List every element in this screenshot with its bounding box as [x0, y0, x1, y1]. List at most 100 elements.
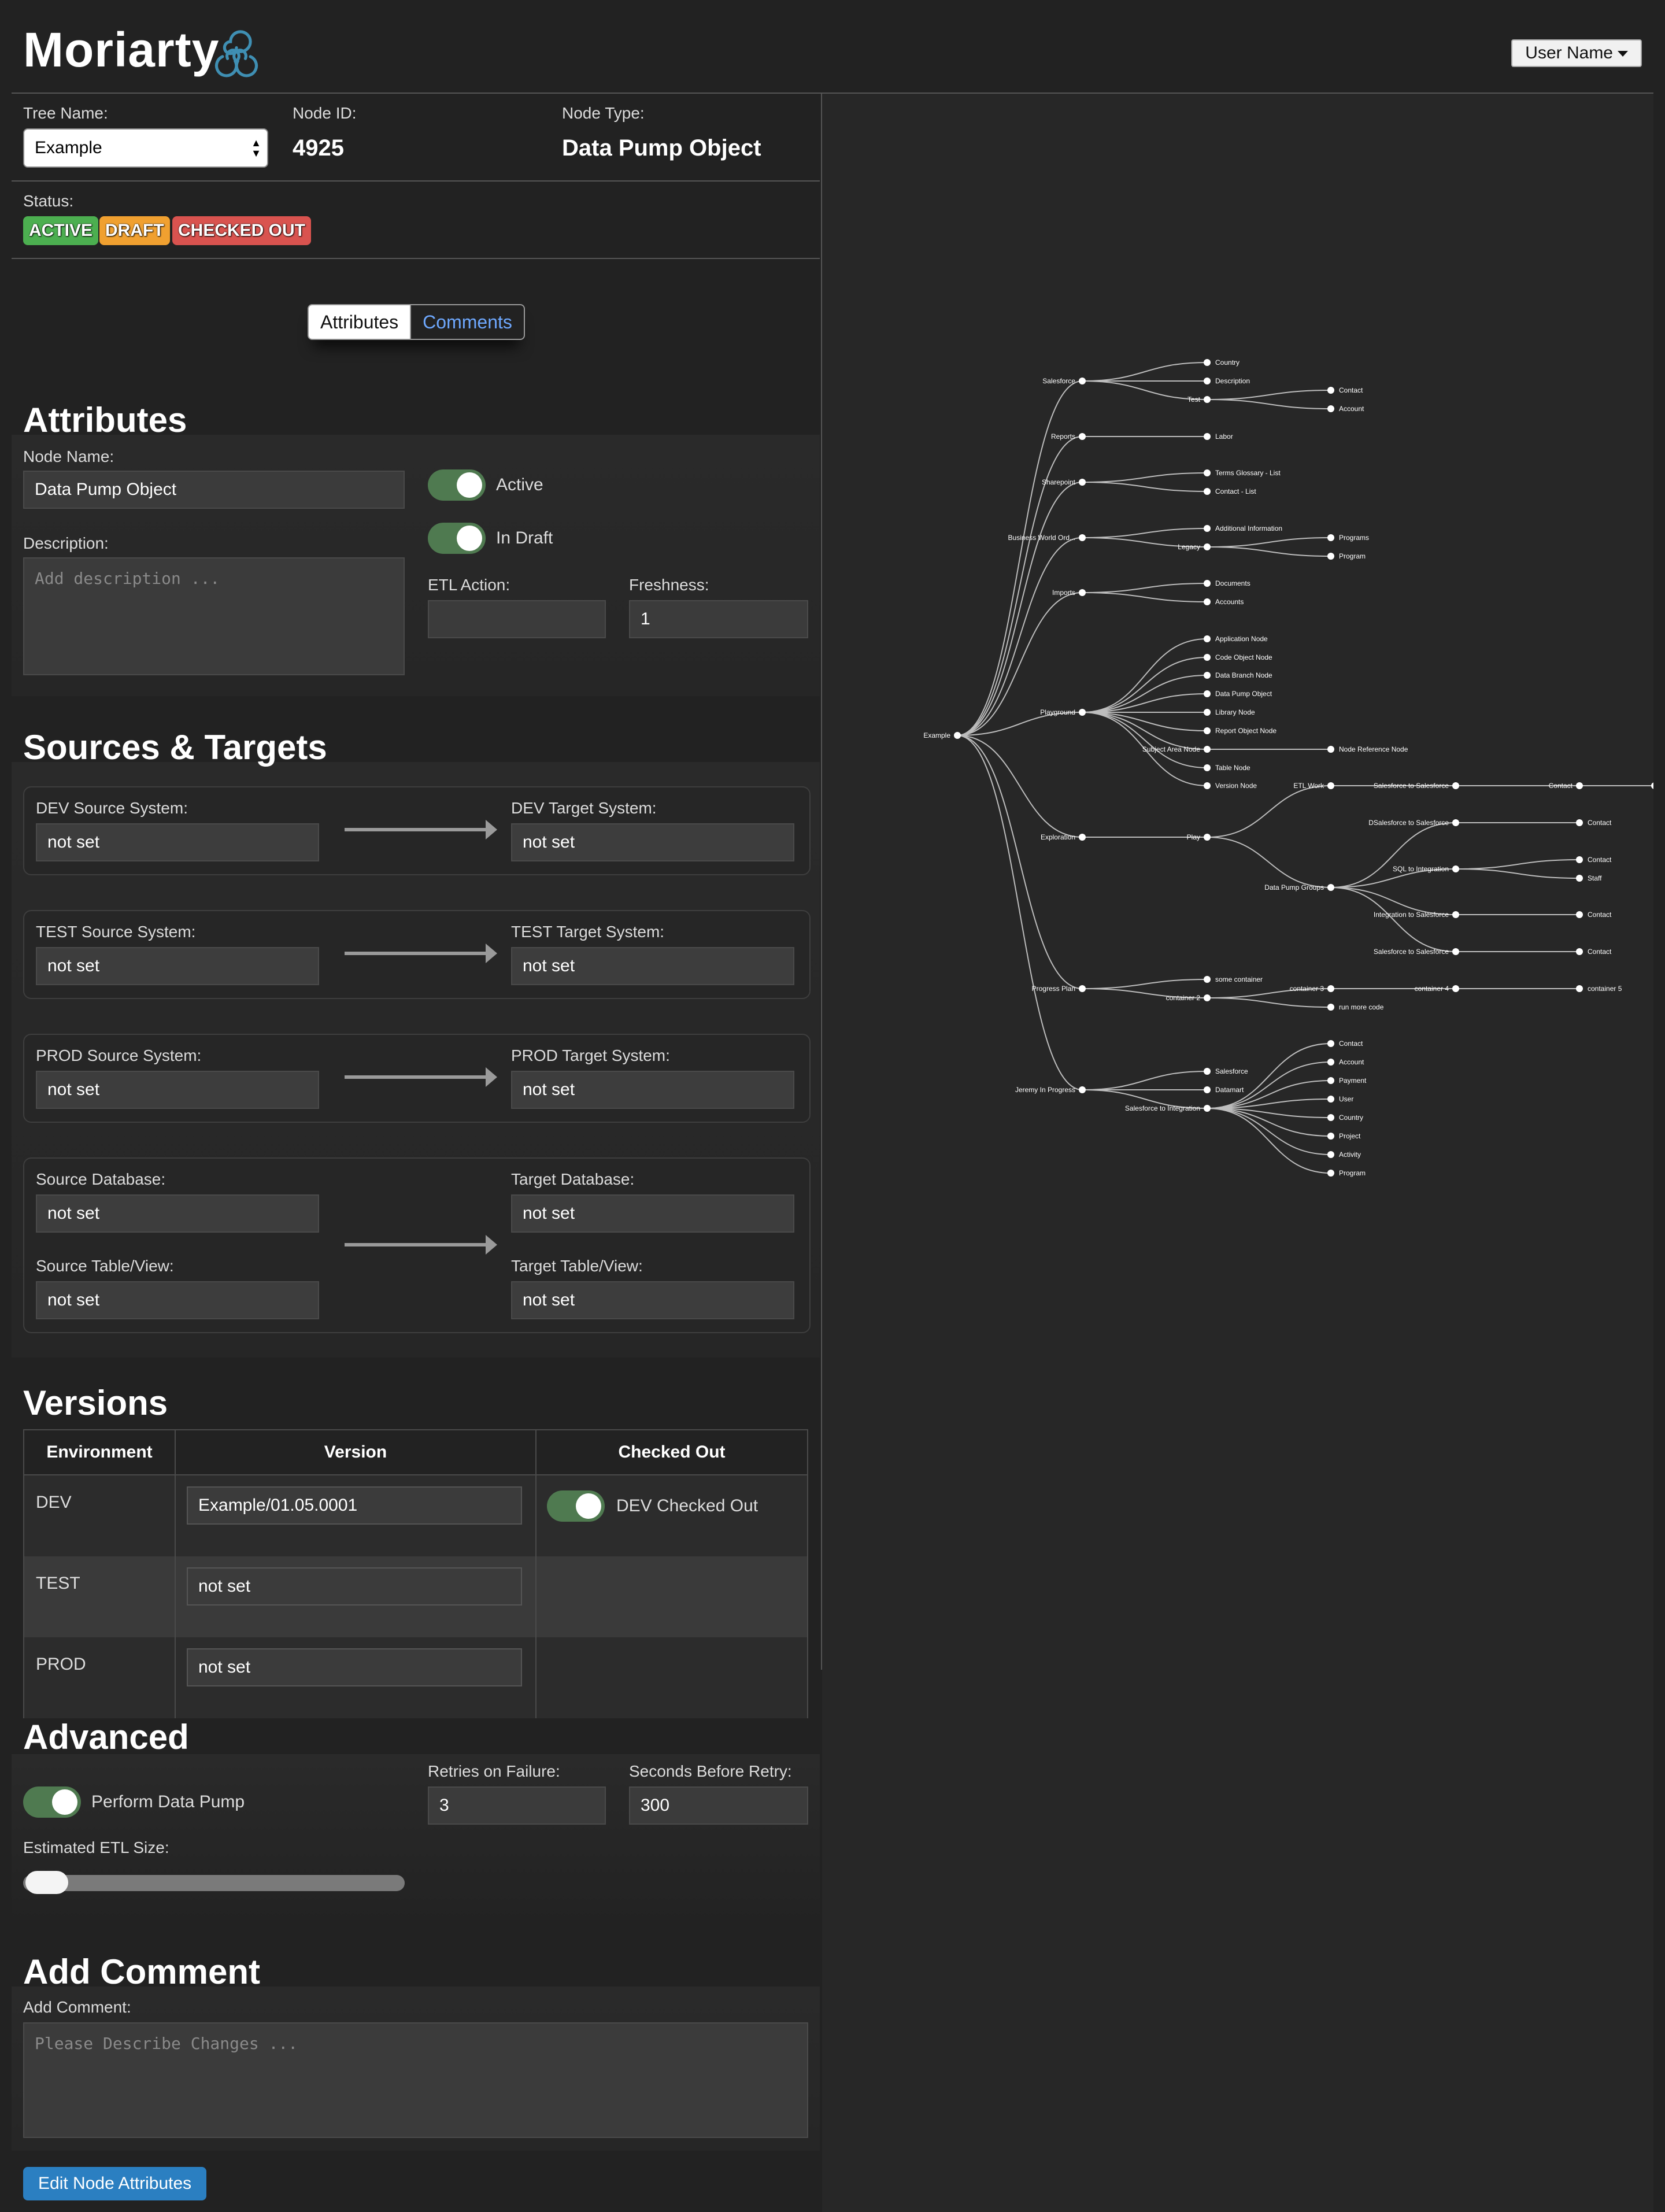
tree-node-dot[interactable]	[1576, 856, 1583, 863]
tree-node-label[interactable]: Integration to Salesforce	[1374, 911, 1449, 919]
tree-node-dot[interactable]	[1204, 709, 1211, 716]
tree-node-dot[interactable]	[1204, 654, 1211, 661]
tree-node-documents[interactable]: Documents	[1204, 579, 1250, 587]
dev-checked-out-toggle[interactable]	[547, 1490, 605, 1522]
user-menu-button[interactable]: User Name	[1511, 39, 1642, 67]
tree-node-imports[interactable]: Imports	[1052, 589, 1086, 597]
tree-name-select[interactable]: Example ▲ ▼	[23, 128, 268, 168]
tree-node-integ[interactable]: Integration I...	[1651, 782, 1665, 790]
etl-size-slider[interactable]	[23, 1875, 405, 1891]
tree-node-description[interactable]: Description	[1204, 377, 1250, 385]
tree-node-dot[interactable]	[1452, 819, 1459, 826]
tree-node-dot[interactable]	[1327, 985, 1334, 992]
tree-node-dot[interactable]	[1327, 405, 1334, 412]
tree-node-label[interactable]: ETL Work	[1293, 782, 1324, 790]
prod-source-input[interactable]: not set	[36, 1071, 319, 1109]
tree-node-dot[interactable]	[1452, 911, 1459, 918]
tree-node-label[interactable]: Subject Area Node	[1142, 745, 1200, 753]
tree-node-pumpobj[interactable]: Data Pump Object	[1204, 690, 1272, 698]
tree-node-dot[interactable]	[1079, 834, 1086, 841]
tree-node-label[interactable]: Contact	[1549, 782, 1573, 790]
tree-node-playground[interactable]: Playground	[1040, 708, 1086, 716]
perform-data-pump-toggle[interactable]	[23, 1786, 81, 1818]
tree-node-dot[interactable]	[1204, 359, 1211, 366]
tree-node-appnode[interactable]: Application Node	[1204, 635, 1268, 643]
tree-node-programs[interactable]: Programs	[1327, 534, 1369, 542]
tree-node-dot[interactable]	[1204, 690, 1211, 697]
version-input[interactable]: Example/01.05.0001	[187, 1486, 522, 1525]
tree-node-label[interactable]: Data Pump Groups	[1264, 883, 1324, 892]
tree-node-sharepoint[interactable]: Sharepoint	[1042, 478, 1086, 486]
tree-node-dot[interactable]	[1327, 1170, 1334, 1177]
tree-node-contact1[interactable]: Contact	[1327, 386, 1363, 394]
test-target-input[interactable]: not set	[511, 947, 794, 985]
etl-size-slider-thumb[interactable]	[25, 1871, 68, 1894]
tree-node-dot[interactable]	[1204, 994, 1211, 1001]
tree-node-label[interactable]: Playground	[1040, 708, 1075, 716]
tree-node-label[interactable]: Accounts	[1215, 598, 1244, 606]
tree-node-account1[interactable]: Account	[1327, 405, 1364, 413]
tree-node-dot[interactable]	[1204, 635, 1211, 642]
tree-node-dot[interactable]	[1079, 1086, 1086, 1093]
tree-node-label[interactable]: Contact	[1588, 911, 1612, 919]
tree-node-label[interactable]: container 5	[1588, 985, 1622, 993]
tree-node-label[interactable]: Library Node	[1215, 708, 1255, 716]
tree-node-label[interactable]: Terms Glossary - List	[1215, 469, 1281, 477]
tree-node-dot[interactable]	[1327, 1004, 1334, 1011]
tree-node-dot[interactable]	[1327, 782, 1334, 789]
tree-node-dot[interactable]	[1204, 1086, 1211, 1093]
tree-node-dot[interactable]	[1204, 834, 1211, 841]
tree-node-legacy[interactable]: Legacy	[1178, 543, 1211, 551]
tree-node-label[interactable]: run more code	[1339, 1003, 1384, 1011]
tree-node-reports[interactable]: Reports	[1051, 432, 1086, 441]
tree-node-jeremy[interactable]: Jeremy In Progress	[1015, 1086, 1086, 1094]
tree-node-jdatamart[interactable]: Datamart	[1204, 1086, 1244, 1094]
tree-node-example[interactable]: Example	[923, 731, 961, 739]
tree-node-label[interactable]: Program	[1339, 552, 1366, 560]
tree-node-s2s1[interactable]: Salesforce to Salesforce	[1374, 782, 1459, 790]
tree-node-label[interactable]: Account	[1339, 405, 1364, 413]
tree-node-label[interactable]: Contact - List	[1215, 487, 1256, 495]
tree-node-dot[interactable]	[1327, 884, 1334, 891]
tree-node-dot[interactable]	[1327, 1077, 1334, 1084]
tree-node-label[interactable]: container 2	[1166, 994, 1201, 1002]
description-textarea[interactable]: Add description ...	[23, 557, 405, 675]
tree-node-i2s[interactable]: Integration to Salesforce	[1374, 911, 1459, 919]
tree-node-label[interactable]: Sharepoint	[1042, 478, 1076, 486]
tree-node-label[interactable]: Legacy	[1178, 543, 1200, 551]
tree-node-dot[interactable]	[1327, 1151, 1334, 1158]
tree-node-bwo[interactable]: Business World Ord...	[1008, 534, 1086, 542]
tree-node-dot[interactable]	[1079, 985, 1086, 992]
version-input[interactable]: not set	[187, 1567, 522, 1606]
tree-node-accounts[interactable]: Accounts	[1204, 598, 1244, 606]
tree-node-dot[interactable]	[1204, 764, 1211, 771]
tree-node-dot[interactable]	[1204, 598, 1211, 605]
tree-node-label[interactable]: Description	[1215, 377, 1250, 385]
tree-node-label[interactable]: Salesforce to Salesforce	[1374, 948, 1449, 956]
tree-node-s2s2[interactable]: Salesforce to Salesforce	[1374, 948, 1459, 956]
tree-node-etlwork[interactable]: ETL Work	[1293, 782, 1334, 790]
tree-node-label[interactable]: Contact	[1339, 1040, 1363, 1048]
tree-node-label[interactable]: container 3	[1290, 985, 1324, 993]
tree-node-dot[interactable]	[1204, 525, 1211, 532]
tree-node-test[interactable]: Test	[1187, 395, 1211, 404]
tree-node-dot[interactable]	[1079, 589, 1086, 596]
tree-node-program1[interactable]: Program	[1327, 552, 1366, 560]
tree-node-dot[interactable]	[1204, 976, 1211, 983]
freshness-input[interactable]: 1	[629, 600, 808, 638]
test-source-input[interactable]: not set	[36, 947, 319, 985]
add-comment-textarea[interactable]: Please Describe Changes ...	[23, 2022, 808, 2138]
tree-node-dot[interactable]	[954, 732, 961, 739]
tree-node-dot[interactable]	[1204, 1105, 1211, 1112]
tree-node-juser[interactable]: User	[1327, 1095, 1353, 1103]
tree-node-label[interactable]: Jeremy In Progress	[1015, 1086, 1075, 1094]
tree-node-reportnode[interactable]: Report Object Node	[1204, 727, 1276, 735]
retries-input[interactable]: 3	[428, 1786, 606, 1825]
tree-node-label[interactable]: Progress Plan	[1032, 985, 1075, 993]
dev-source-input[interactable]: not set	[36, 823, 319, 861]
tree-node-dot[interactable]	[1204, 580, 1211, 587]
tree-node-jactivity[interactable]: Activity	[1327, 1151, 1361, 1159]
tree-node-libnode[interactable]: Library Node	[1204, 708, 1255, 716]
tree-node-label[interactable]: Version Node	[1215, 782, 1257, 790]
tree-node-label[interactable]: Contact	[1588, 856, 1612, 864]
